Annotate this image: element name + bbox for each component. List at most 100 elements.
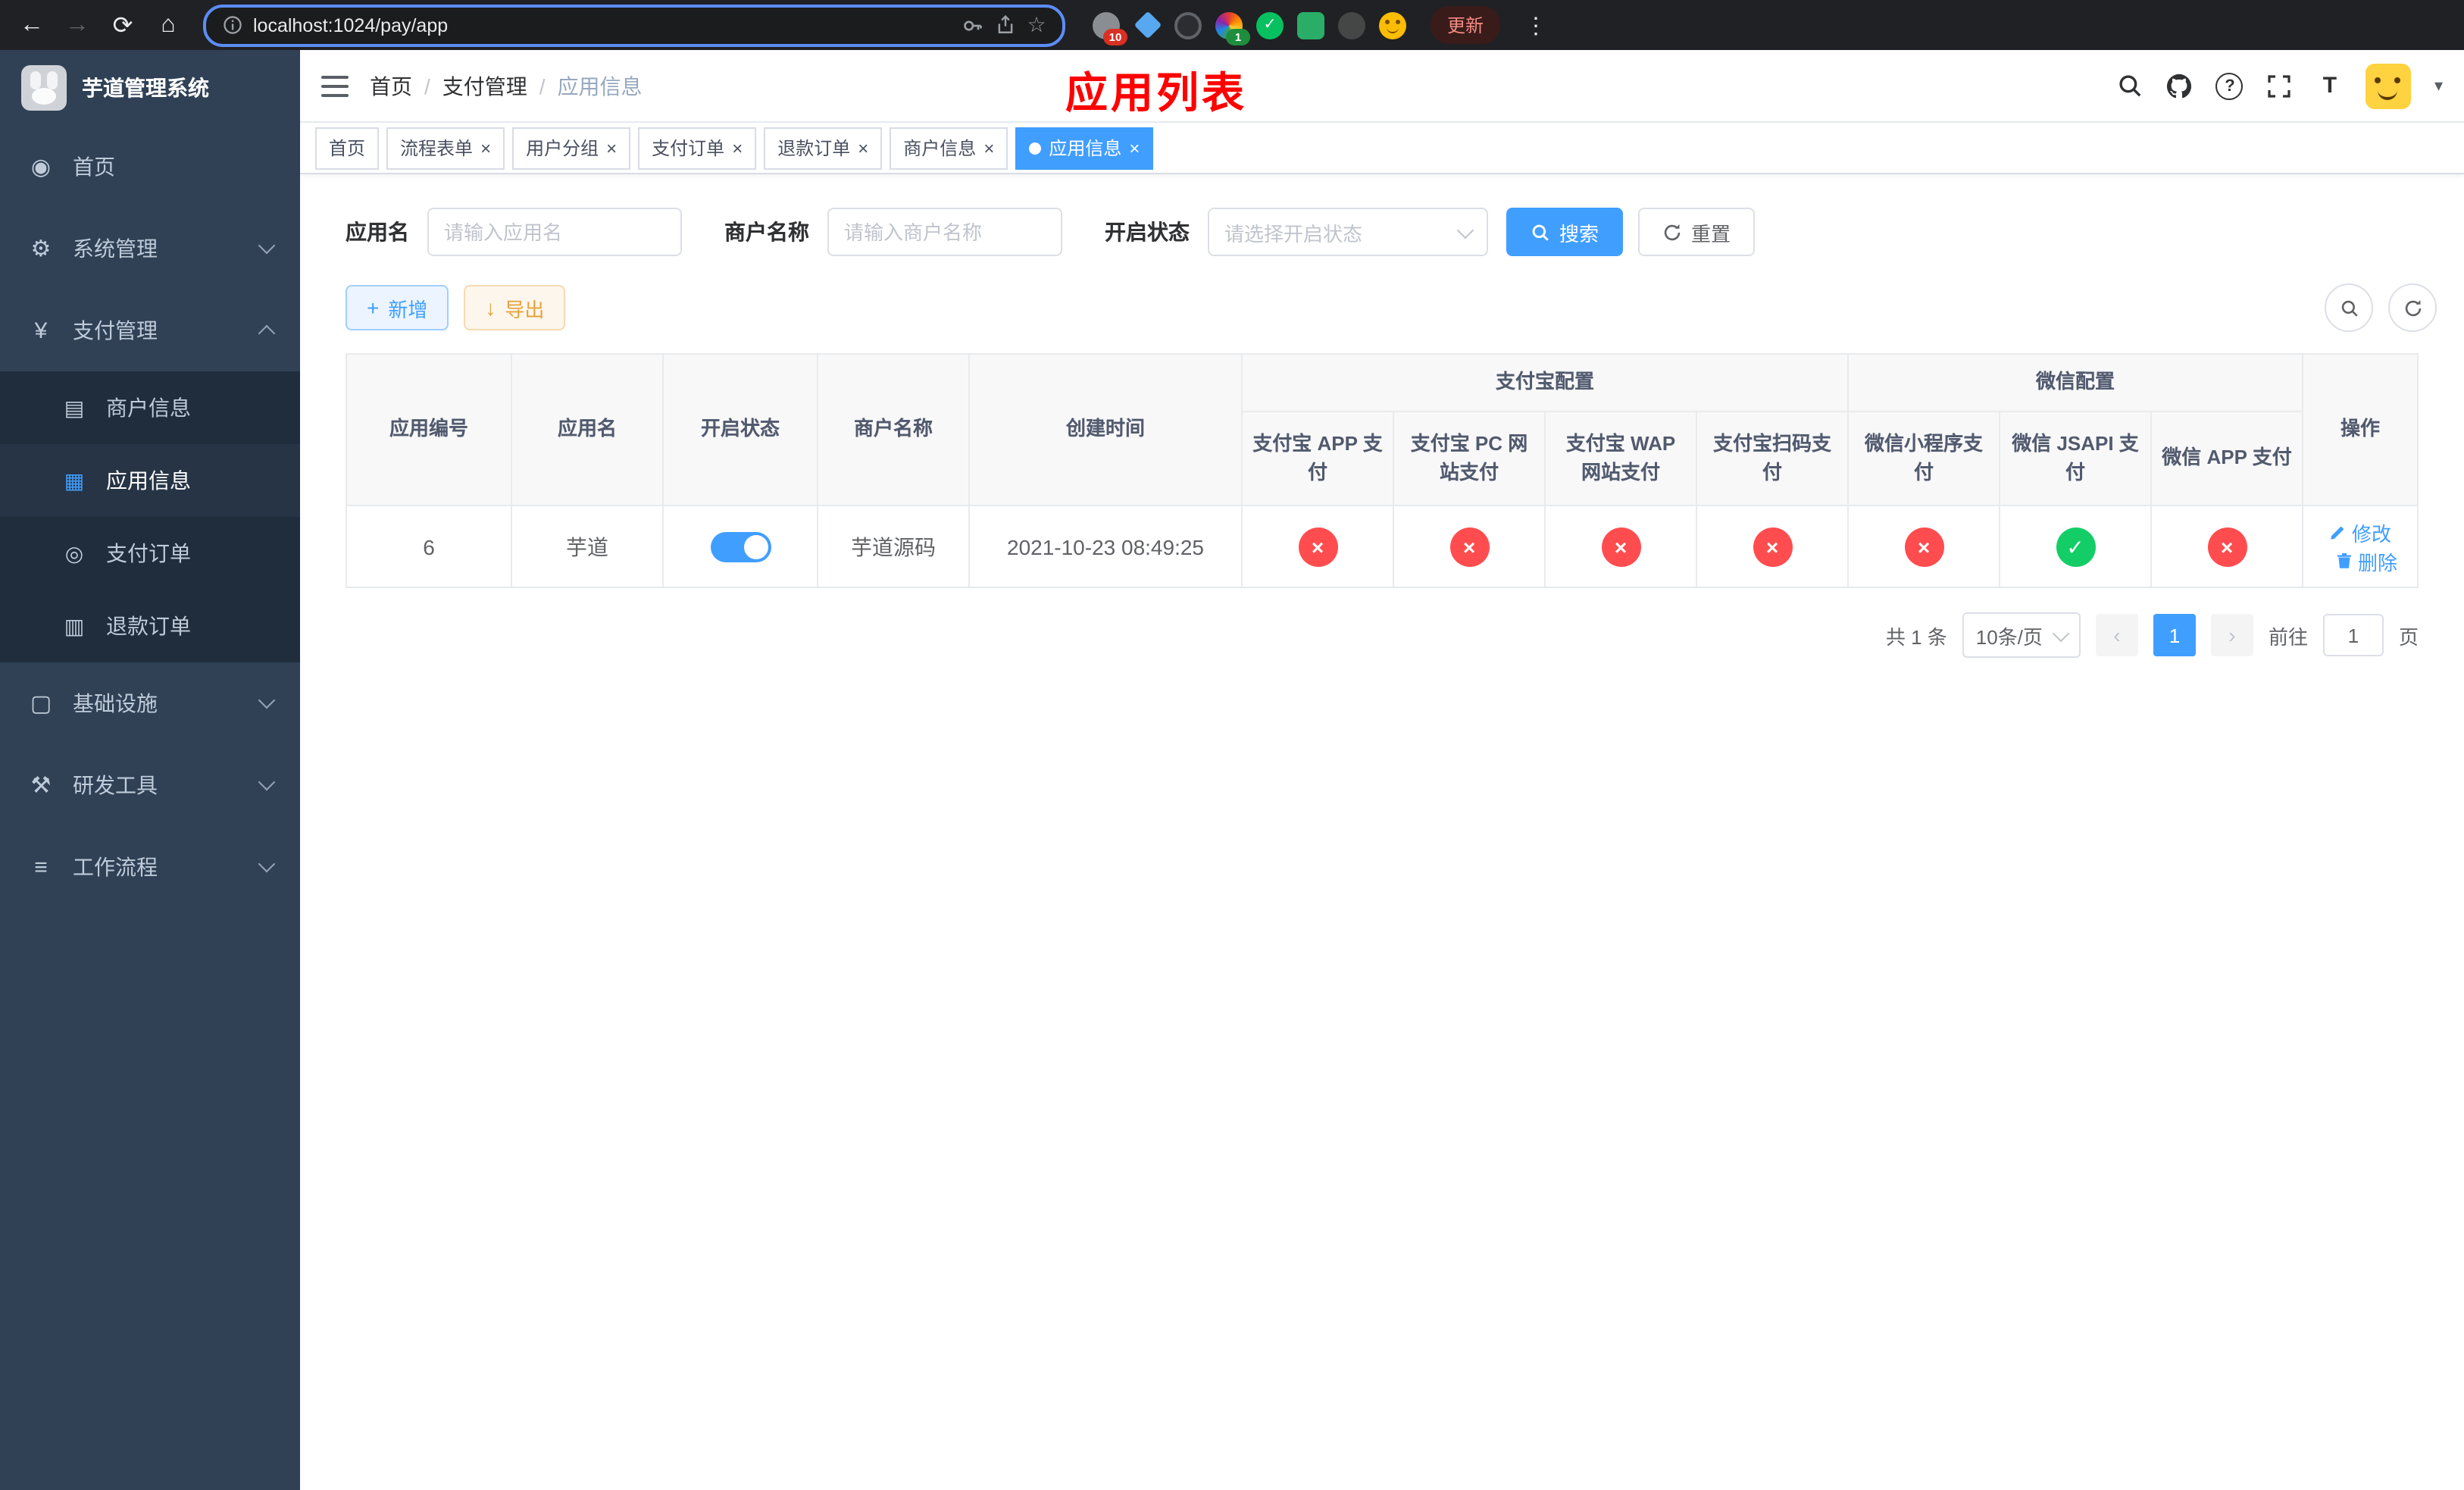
browser-home-button[interactable]: ⌂ <box>149 5 188 45</box>
chevron-down-icon <box>258 773 276 791</box>
reset-button[interactable]: 重置 <box>1638 208 1756 256</box>
merchant-name-input[interactable] <box>827 208 1062 256</box>
browser-forward-button[interactable]: → <box>58 5 97 45</box>
col-app-name: 应用名 <box>511 353 664 506</box>
goto-page-input[interactable] <box>2322 614 2384 656</box>
extension-icon-6[interactable] <box>1297 11 1324 39</box>
tab-refund-orders[interactable]: 退款订单 × <box>764 127 883 169</box>
github-icon[interactable] <box>2166 72 2194 99</box>
extension-icon-1[interactable]: 10 <box>1093 11 1127 45</box>
breadcrumb-home[interactable]: 首页 <box>370 70 412 101</box>
delete-button[interactable]: 删除 <box>2335 546 2397 575</box>
col-alipay-pc: 支付宝 PC 网站支付 <box>1393 411 1546 506</box>
add-button[interactable]: + 新增 <box>346 285 449 330</box>
close-icon[interactable]: × <box>858 139 868 157</box>
sidebar-item-payment[interactable]: ¥ 支付管理 <box>0 290 300 371</box>
url-text[interactable]: localhost:1024/pay/app <box>253 14 952 36</box>
breadcrumb-payment[interactable]: 支付管理 <box>442 70 527 101</box>
sidebar-item-workflow[interactable]: ≡ 工作流程 <box>0 826 300 908</box>
cell-app-name: 芋道 <box>511 505 664 588</box>
tag-tabbar: 首页 流程表单 × 用户分组 × 支付订单 × 退款订单 × 商户信息 × 应用… <box>300 123 2464 174</box>
sidebar-logo[interactable]: 芋道管理系统 <box>0 50 300 126</box>
close-icon[interactable]: × <box>606 139 617 157</box>
tab-user-group[interactable]: 用户分组 × <box>512 127 631 169</box>
table-toolbar: + 新增 ↓ 导出 <box>346 283 2441 332</box>
next-page-button[interactable]: › <box>2210 614 2253 656</box>
tab-app-info[interactable]: 应用信息 × <box>1015 127 1154 169</box>
card-icon: ▤ <box>64 395 85 419</box>
status-select[interactable]: 请选择开启状态 <box>1208 208 1488 256</box>
cell-merchant: 芋道源码 <box>817 505 970 588</box>
col-created: 创建时间 <box>968 353 1243 506</box>
tab-process-form[interactable]: 流程表单 × <box>386 127 505 169</box>
extension-icon-7[interactable] <box>1338 11 1365 39</box>
col-wechat-mini: 微信小程序支付 <box>1847 411 2001 506</box>
browser-back-button[interactable]: ← <box>12 5 52 45</box>
extension-badge: 10 <box>1103 28 1127 45</box>
edit-button[interactable]: 修改 <box>2329 518 2391 546</box>
extension-icon-2[interactable] <box>1133 11 1162 39</box>
col-alipay-scan: 支付宝扫码支付 <box>1695 411 1850 506</box>
enable-switch[interactable] <box>710 531 771 562</box>
sidebar: 芋道管理系统 ◉ 首页 ⚙ 系统管理 ¥ 支付管理 ▤ 商户信息 ▦ 应用信息 … <box>0 50 300 1490</box>
help-icon[interactable]: ? <box>2215 72 2244 99</box>
col-group-alipay: 支付宝配置 <box>1240 353 1850 412</box>
chevron-down-icon <box>2052 624 2070 642</box>
sidebar-item-system[interactable]: ⚙ 系统管理 <box>0 208 300 290</box>
close-icon[interactable]: × <box>480 139 491 157</box>
refresh-table-button[interactable] <box>2388 283 2437 332</box>
fullscreen-icon[interactable] <box>2266 72 2294 99</box>
extension-icon-4[interactable]: 1 <box>1215 11 1250 45</box>
bookmark-star-icon[interactable]: ☆ <box>1026 12 1047 36</box>
sidebar-item-merchant-info[interactable]: ▤ 商户信息 <box>0 371 300 444</box>
search-icon[interactable] <box>2116 72 2143 99</box>
status-label: 开启状态 <box>1105 220 1190 244</box>
coin-icon: ◎ <box>64 540 84 565</box>
extension-icon-8[interactable] <box>1379 11 1406 39</box>
tab-merchant-info[interactable]: 商户信息 × <box>890 127 1008 169</box>
screen: ← → ⟳ ⌂ localhost:1024/pay/app ☆ 10 1 ✓ <box>0 0 2464 1490</box>
password-key-icon[interactable] <box>962 14 983 36</box>
prev-page-button[interactable]: ‹ <box>2095 614 2138 656</box>
app-name-input[interactable] <box>427 208 682 256</box>
sidebar-toggle-icon[interactable] <box>321 75 349 96</box>
grid-icon: ▦ <box>64 468 85 492</box>
app-title: 芋道管理系统 <box>82 76 209 100</box>
address-bar[interactable]: localhost:1024/pay/app ☆ <box>203 4 1065 46</box>
user-avatar[interactable] <box>2366 63 2412 108</box>
extension-icon-3[interactable] <box>1174 11 1202 39</box>
sidebar-item-app-info[interactable]: ▦ 应用信息 <box>0 444 300 517</box>
user-menu-caret-icon[interactable]: ▾ <box>2434 76 2443 95</box>
breadcrumb: 首页 / 支付管理 / 应用信息 <box>370 70 643 101</box>
share-icon[interactable] <box>994 14 1015 36</box>
page-number-1[interactable]: 1 <box>2153 614 2196 656</box>
browser-update-button[interactable]: 更新 <box>1431 6 1501 44</box>
font-size-icon[interactable]: T <box>2316 72 2344 99</box>
close-icon[interactable]: × <box>1129 139 1140 157</box>
sidebar-item-dev-tools[interactable]: ⚒ 研发工具 <box>0 744 300 826</box>
sidebar-item-home[interactable]: ◉ 首页 <box>0 126 300 208</box>
page-info-icon[interactable] <box>221 14 242 36</box>
col-merchant: 商户名称 <box>817 353 970 506</box>
browser-menu-icon[interactable]: ⋮ <box>1515 10 1556 40</box>
close-icon[interactable]: × <box>732 139 743 157</box>
close-icon[interactable]: × <box>983 139 994 157</box>
sidebar-item-infrastructure[interactable]: ▢ 基础设施 <box>0 662 300 744</box>
alipay-app-status-icon: × <box>1298 527 1337 566</box>
app-frame: 芋道管理系统 ◉ 首页 ⚙ 系统管理 ¥ 支付管理 ▤ 商户信息 ▦ 应用信息 … <box>0 50 2464 1490</box>
col-wechat-jsapi: 微信 JSAPI 支付 <box>1999 411 2153 506</box>
export-button[interactable]: ↓ 导出 <box>464 285 566 330</box>
extension-icon-5[interactable]: ✓ <box>1256 11 1284 39</box>
tab-home[interactable]: 首页 <box>315 127 380 169</box>
extension-badge: 1 <box>1226 28 1250 45</box>
search-button[interactable]: 搜索 <box>1506 208 1624 256</box>
page-title: 应用列表 <box>1065 70 1248 117</box>
browser-reload-button[interactable]: ⟳ <box>103 5 142 45</box>
page-size-select[interactable]: 10条/页 <box>1962 612 2081 658</box>
sidebar-item-refund-orders[interactable]: ▥ 退款订单 <box>0 590 300 662</box>
col-status: 开启状态 <box>662 353 818 506</box>
toggle-search-button[interactable] <box>2325 283 2373 332</box>
tab-pay-orders[interactable]: 支付订单 × <box>638 127 757 169</box>
main-area: 首页 / 支付管理 / 应用信息 应用列表 ? T ▾ 首页 流程表单 × 用户… <box>300 50 2464 1490</box>
sidebar-item-pay-orders[interactable]: ◎ 支付订单 <box>0 517 300 590</box>
